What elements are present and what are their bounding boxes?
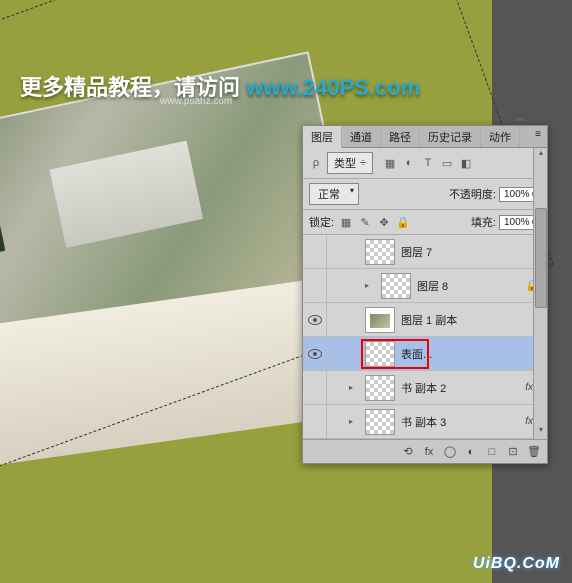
dropdown-icon: ÷	[360, 157, 366, 169]
tab-paths[interactable]: 路径	[381, 126, 420, 147]
blend-mode-row: 正常 不透明度: 100%	[303, 179, 547, 210]
layer-thumbnail[interactable]	[365, 341, 395, 367]
eye-icon	[308, 349, 322, 359]
layer-name[interactable]: 书 副本 2	[401, 380, 446, 396]
adjust-filter-icon[interactable]: ◐	[402, 156, 416, 170]
lock-move-icon[interactable]: ✥	[377, 215, 391, 229]
layer-row[interactable]: 图层 7	[303, 235, 547, 269]
panel-collapse-bar[interactable]: ◂◂	[515, 114, 545, 124]
blend-mode-select[interactable]: 正常	[309, 183, 359, 205]
layer-name[interactable]: 图层 8	[417, 278, 448, 294]
opacity-label: 不透明度:	[449, 186, 496, 202]
layer-row[interactable]: ▸ 图层 8 🔒	[303, 269, 547, 303]
tab-channels[interactable]: 通道	[342, 126, 381, 147]
scrollbar-vertical[interactable]: ▴ ▾	[533, 148, 547, 439]
lock-label: 锁定:	[309, 214, 334, 230]
layers-panel: ◂◂ 图层 通道 路径 历史记录 动作 ≡ ρ 类型 ÷ ▦ ◐ T ▭ ◧ 正…	[302, 125, 548, 464]
lock-icons: ▦ ✎ ✥ 🔒	[339, 215, 410, 229]
tab-history[interactable]: 历史记录	[420, 126, 481, 147]
link-layers-icon[interactable]: ⟲	[401, 445, 415, 459]
smart-filter-icon[interactable]: ◧	[459, 156, 473, 170]
filter-type-label: 类型	[334, 155, 356, 171]
visibility-toggle[interactable]	[303, 303, 327, 336]
layer-filter-row: ρ 类型 ÷ ▦ ◐ T ▭ ◧	[303, 148, 547, 179]
watermark-bottom: UiBQ.CoM	[473, 555, 560, 573]
disclosure-icon[interactable]: ▸	[349, 417, 359, 426]
visibility-toggle[interactable]	[303, 337, 327, 370]
lock-paint-icon[interactable]: ✎	[358, 215, 372, 229]
fill-group: 填充: 100%	[471, 214, 541, 230]
layer-thumbnail[interactable]	[381, 273, 411, 299]
layer-name[interactable]: 图层 7	[401, 244, 432, 260]
tab-layers[interactable]: 图层	[303, 126, 342, 148]
text-filter-icon[interactable]: T	[421, 156, 435, 170]
panel-tabs: 图层 通道 路径 历史记录 动作 ≡	[303, 126, 547, 148]
layer-row[interactable]: ▸ 书 副本 3 fx ▾	[303, 405, 547, 439]
lock-row: 锁定: ▦ ✎ ✥ 🔒 填充: 100%	[303, 210, 547, 235]
filter-icons: ▦ ◐ T ▭ ◧	[383, 156, 473, 170]
layer-name[interactable]: 书 副本 3	[401, 414, 446, 430]
layer-row-selected[interactable]: 表面...	[303, 337, 547, 371]
fill-label: 填充:	[471, 214, 496, 230]
visibility-toggle[interactable]	[303, 235, 327, 268]
lock-pixels-icon[interactable]: ▦	[339, 215, 353, 229]
layer-row[interactable]: ▸ 书 副本 2 fx ▾	[303, 371, 547, 405]
visibility-toggle[interactable]	[303, 371, 327, 404]
new-layer-icon[interactable]: ⊡	[506, 445, 520, 459]
layer-thumbnail[interactable]	[365, 375, 395, 401]
scroll-thumb[interactable]	[535, 208, 547, 308]
visibility-toggle[interactable]	[303, 269, 327, 302]
layer-name[interactable]: 表面...	[401, 346, 432, 362]
scroll-up-icon[interactable]: ▴	[534, 148, 548, 162]
lock-all-icon[interactable]: 🔒	[396, 215, 410, 229]
scroll-down-icon[interactable]: ▾	[534, 425, 548, 439]
filter-type-select[interactable]: 类型 ÷	[327, 152, 373, 174]
layer-thumbnail[interactable]	[365, 239, 395, 265]
layers-list: 图层 7 ▸ 图层 8 🔒 图层 1 副本	[303, 235, 547, 439]
layers-bottom-bar: ⟲ fx ◯ ◐ □ ⊡ 🗑	[303, 439, 547, 463]
tab-actions[interactable]: 动作	[481, 126, 520, 147]
visibility-toggle[interactable]	[303, 405, 327, 438]
watermark-psahz: www.psahz.com	[160, 96, 232, 107]
layer-thumbnail[interactable]	[365, 409, 395, 435]
mask-icon[interactable]: ◯	[443, 445, 457, 459]
group-icon[interactable]: □	[485, 445, 499, 459]
layer-row[interactable]: 图层 1 副本	[303, 303, 547, 337]
fx-icon[interactable]: fx	[422, 445, 436, 459]
disclosure-icon[interactable]: ▸	[349, 383, 359, 392]
search-icon[interactable]: ρ	[309, 156, 323, 170]
layer-name[interactable]: 图层 1 副本	[401, 312, 457, 328]
eye-icon	[308, 315, 322, 325]
shape-filter-icon[interactable]: ▭	[440, 156, 454, 170]
disclosure-icon[interactable]: ▸	[365, 281, 375, 290]
opacity-group: 不透明度: 100%	[449, 186, 541, 202]
watermark-link: www.240PS.com	[246, 75, 420, 100]
adjustment-icon[interactable]: ◐	[464, 445, 478, 459]
image-filter-icon[interactable]: ▦	[383, 156, 397, 170]
layer-thumbnail[interactable]	[365, 307, 395, 333]
panel-menu-button[interactable]: ≡	[529, 126, 547, 147]
delete-icon[interactable]: 🗑	[527, 445, 541, 459]
